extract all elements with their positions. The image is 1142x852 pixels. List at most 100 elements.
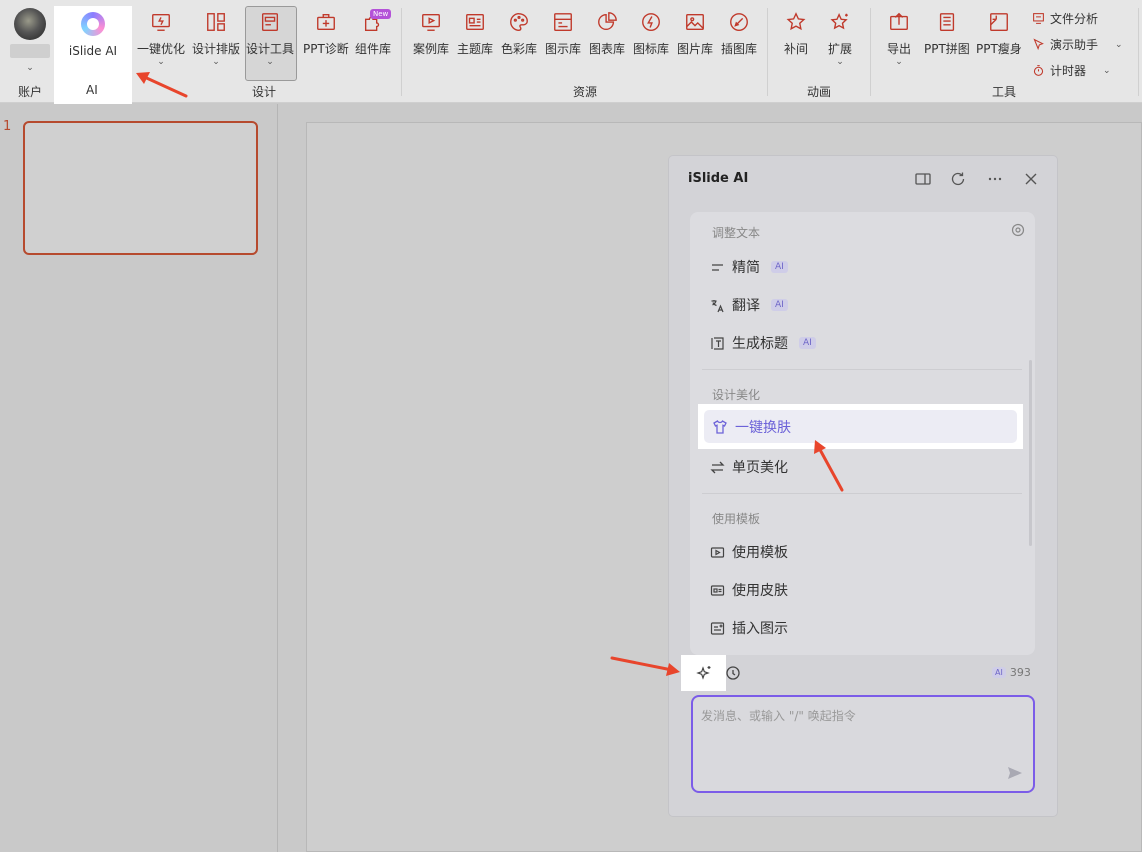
- diagram-library-button[interactable]: 图示库: [545, 10, 581, 57]
- menu-scrollbar[interactable]: [1029, 360, 1032, 546]
- collage-icon: [935, 10, 959, 34]
- group-label-tools: 工具: [992, 85, 1017, 99]
- menu-item-generate-title[interactable]: 生成标题 AI: [710, 333, 816, 353]
- file-analysis-icon: [1033, 13, 1044, 24]
- menu-item-label: 插入图示: [732, 621, 788, 637]
- new-badge: New: [370, 9, 392, 19]
- ppt-collage-button[interactable]: PPT拼图: [924, 10, 970, 57]
- more-options-icon[interactable]: [985, 169, 1005, 189]
- icon-library-button[interactable]: 图标库: [633, 10, 669, 57]
- play-screen-icon: [419, 10, 443, 34]
- star-sparkle-icon: [828, 10, 852, 34]
- color-library-button[interactable]: 色彩库: [501, 10, 537, 57]
- menu-item-insert-diagram[interactable]: 插入图示: [710, 618, 788, 638]
- refresh-icon[interactable]: [948, 169, 968, 189]
- one-click-optimize-button[interactable]: 一键优化 ⌄: [137, 10, 185, 67]
- insert-diagram-icon: [710, 621, 725, 635]
- tween-button[interactable]: 补间: [784, 10, 808, 57]
- menu-item-label: 使用模板: [732, 545, 788, 561]
- divider: [702, 493, 1022, 494]
- menu-item-label: 一键换肤: [735, 419, 791, 436]
- timer-button[interactable]: 计时器 ⌄: [1032, 62, 1111, 79]
- ai-badge: AI: [771, 299, 788, 311]
- account-name-placeholder: [10, 44, 50, 58]
- chevron-down-icon: ⌄: [836, 57, 844, 67]
- menu-item-label: 使用皮肤: [732, 583, 788, 599]
- design-tools-button[interactable]: 设计工具 ⌄: [246, 10, 295, 67]
- file-analysis-label: 文件分析: [1050, 12, 1099, 26]
- menu-item-page-beautify[interactable]: 单页美化: [710, 457, 788, 477]
- design-tools-label: 设计工具: [246, 42, 295, 56]
- slide-thumbnail[interactable]: [23, 121, 258, 255]
- menu-item-label: 单页美化: [732, 460, 788, 476]
- group-label-resources: 资源: [573, 85, 598, 99]
- menu-item-translate[interactable]: 翻译 AI: [710, 295, 788, 315]
- timer-icon: [1033, 65, 1044, 76]
- menu-item-label: 生成标题: [732, 336, 788, 352]
- islide-logo-icon: [81, 12, 105, 36]
- export-label: 导出: [887, 42, 912, 56]
- tshirt-icon: [713, 419, 727, 434]
- ppt-collage-label: PPT拼图: [924, 42, 970, 56]
- theme-library-label: 主题库: [457, 42, 494, 56]
- menu-item-one-click-skin[interactable]: 一键换肤: [704, 410, 1017, 443]
- divider: [767, 8, 768, 96]
- export-button[interactable]: 导出 ⌄: [887, 10, 912, 67]
- group-label-ai: AI: [86, 83, 98, 97]
- presentation-assistant-button[interactable]: 演示助手 ⌄: [1032, 36, 1123, 53]
- theme-library-button[interactable]: 主题库: [457, 10, 493, 57]
- extend-button[interactable]: 扩展 ⌄: [828, 10, 853, 67]
- message-input[interactable]: [693, 697, 1033, 791]
- panel-title: iSlide AI: [688, 171, 749, 186]
- group-label-design: 设计: [252, 85, 277, 99]
- illustration-library-label: 插图库: [721, 42, 758, 56]
- ai-command-sparkle-button[interactable]: [681, 655, 726, 691]
- highlight-callout-box: 一键换肤: [698, 404, 1023, 449]
- message-input-container: [691, 695, 1035, 793]
- illustration-library-button[interactable]: 插图库: [721, 10, 757, 57]
- theme-icon: [463, 10, 487, 34]
- lightning-circle-icon: [639, 10, 663, 34]
- close-icon[interactable]: [1021, 169, 1041, 189]
- ppt-diagnose-button[interactable]: PPT诊断: [303, 10, 349, 57]
- chevron-down-icon: ⌄: [895, 57, 903, 67]
- design-layout-button[interactable]: 设计排版 ⌄: [192, 10, 240, 67]
- presentation-assistant-label: 演示助手: [1050, 38, 1099, 52]
- slide-number: 1: [3, 119, 12, 134]
- template-play-icon: [710, 546, 725, 558]
- menu-item-use-skin[interactable]: 使用皮肤: [710, 580, 788, 600]
- chart-library-button[interactable]: 图表库: [589, 10, 625, 57]
- credit-count-value: 393: [1009, 666, 1031, 679]
- chevron-down-icon: ⌄: [266, 57, 274, 67]
- ai-credit-count: AI 393: [992, 666, 1031, 679]
- menu-item-use-template[interactable]: 使用模板: [710, 542, 788, 562]
- divider: [870, 8, 871, 96]
- cursor-icon: [1033, 38, 1044, 51]
- account-button[interactable]: ⌄: [10, 8, 50, 73]
- history-clock-icon[interactable]: [725, 665, 741, 681]
- chevron-down-icon: ⌄: [1115, 40, 1123, 50]
- extend-label: 扩展: [828, 42, 853, 56]
- ppt-slim-button[interactable]: PPT瘦身: [976, 10, 1022, 57]
- group-label-animation: 动画: [807, 85, 832, 99]
- chevron-down-icon: ⌄: [1103, 66, 1111, 76]
- image-library-button[interactable]: 图片库: [677, 10, 713, 57]
- chart-library-label: 图表库: [589, 42, 626, 56]
- settings-gear-icon[interactable]: [1011, 223, 1025, 237]
- compress-icon: [987, 10, 1011, 34]
- send-icon[interactable]: [1007, 765, 1023, 781]
- tween-label: 补间: [784, 42, 809, 56]
- menu-item-label: 精简: [732, 260, 760, 276]
- image-library-label: 图片库: [677, 42, 714, 56]
- group-label-account: 账户: [18, 85, 43, 99]
- dock-panel-icon[interactable]: [913, 169, 933, 189]
- ppt-slim-label: PPT瘦身: [976, 42, 1022, 56]
- menu-item-simplify[interactable]: 精简 AI: [710, 257, 788, 277]
- layout-grid-icon: [204, 10, 228, 34]
- islide-ai-button[interactable]: iSlide AI: [54, 12, 132, 58]
- design-tools-icon: [258, 10, 282, 34]
- chevron-down-icon: ⌄: [26, 63, 34, 73]
- brush-circle-icon: [727, 10, 751, 34]
- file-analysis-button[interactable]: 文件分析: [1032, 10, 1098, 27]
- case-library-button[interactable]: 案例库: [413, 10, 449, 57]
